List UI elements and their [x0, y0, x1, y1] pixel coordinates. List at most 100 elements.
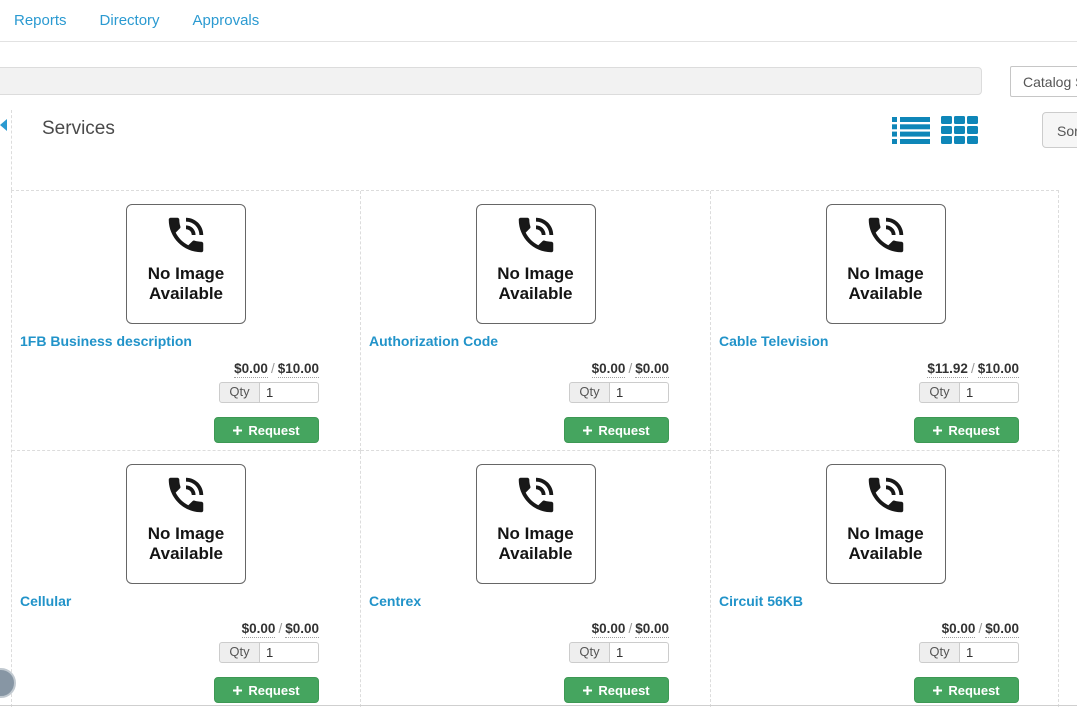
nav-item-reports[interactable]: Reports: [14, 12, 67, 29]
request-button[interactable]: Request: [214, 417, 319, 443]
price-separator: /: [625, 621, 635, 636]
plus-icon: [933, 426, 942, 435]
sort-button[interactable]: Sort: [1042, 112, 1077, 148]
request-button[interactable]: Request: [914, 677, 1019, 703]
price-recurring: $0.00: [285, 621, 319, 638]
price-onetime: $0.00: [234, 361, 268, 378]
qty-label: Qty: [919, 382, 960, 403]
request-label: Request: [948, 423, 999, 438]
plus-icon: [583, 686, 592, 695]
service-name-link[interactable]: 1FB Business description: [20, 333, 360, 350]
page-title: Services: [42, 118, 115, 140]
request-button[interactable]: Request: [564, 677, 669, 703]
request-button[interactable]: Request: [914, 417, 1019, 443]
card-controls: $0.00/$10.00 Qty Request: [12, 361, 319, 443]
qty-label: Qty: [219, 642, 260, 663]
price-separator: /: [268, 361, 278, 376]
chevron-left-icon[interactable]: [0, 119, 7, 131]
price-recurring: $0.00: [635, 361, 669, 378]
phone-in-talk-icon: [863, 212, 909, 258]
list-view-icon[interactable]: [892, 117, 930, 149]
price-separator: /: [975, 621, 985, 636]
service-name-link[interactable]: Cable Television: [719, 333, 1060, 350]
qty-input[interactable]: [610, 642, 669, 663]
qty-input[interactable]: [960, 642, 1019, 663]
catalog-search-button[interactable]: Catalog Search: [1010, 66, 1077, 97]
no-image-placeholder: No Image Available: [826, 464, 946, 584]
request-label: Request: [598, 683, 649, 698]
price-onetime: $0.00: [242, 621, 276, 638]
request-label: Request: [948, 683, 999, 698]
price-recurring: $0.00: [985, 621, 1019, 638]
price-onetime: $0.00: [942, 621, 976, 638]
phone-in-talk-icon: [513, 212, 559, 258]
plus-icon: [933, 686, 942, 695]
qty-label: Qty: [219, 382, 260, 403]
request-label: Request: [598, 423, 649, 438]
price-separator: /: [275, 621, 285, 636]
price-recurring: $0.00: [635, 621, 669, 638]
qty-input[interactable]: [610, 382, 669, 403]
quantity-group: Qty: [711, 382, 1019, 403]
no-image-text: No Image Available: [127, 264, 245, 303]
search-input[interactable]: [0, 67, 982, 95]
price-line: $0.00/$0.00: [711, 621, 1019, 636]
phone-in-talk-icon: [513, 472, 559, 518]
quantity-group: Qty: [12, 382, 319, 403]
no-image-placeholder: No Image Available: [476, 204, 596, 324]
price-line: $11.92/$10.00: [711, 361, 1019, 376]
no-image-text: No Image Available: [827, 524, 945, 563]
service-name-link[interactable]: Cellular: [20, 593, 360, 610]
request-label: Request: [248, 423, 299, 438]
qty-label: Qty: [919, 642, 960, 663]
services-grid: No Image Available 1FB Business descript…: [11, 190, 1059, 707]
price-line: $0.00/$10.00: [12, 361, 319, 376]
price-line: $0.00/$0.00: [12, 621, 319, 636]
no-image-placeholder: No Image Available: [126, 204, 246, 324]
card-controls: $0.00/$0.00 Qty Request: [361, 621, 669, 703]
service-card: No Image Available Circuit 56KB $0.00/$0…: [711, 451, 1060, 707]
phone-in-talk-icon: [163, 212, 209, 258]
service-name-link[interactable]: Centrex: [369, 593, 710, 610]
quantity-group: Qty: [711, 642, 1019, 663]
price-separator: /: [968, 361, 978, 376]
request-label: Request: [248, 683, 299, 698]
no-image-text: No Image Available: [827, 264, 945, 303]
card-controls: $0.00/$0.00 Qty Request: [12, 621, 319, 703]
service-card: No Image Available Cable Television $11.…: [711, 191, 1060, 451]
service-card: No Image Available 1FB Business descript…: [12, 191, 361, 451]
grid-view-icon[interactable]: [941, 116, 978, 149]
service-name-link[interactable]: Authorization Code: [369, 333, 710, 350]
service-card: No Image Available Authorization Code $0…: [361, 191, 711, 451]
no-image-text: No Image Available: [477, 264, 595, 303]
plus-icon: [233, 686, 242, 695]
qty-input[interactable]: [960, 382, 1019, 403]
quantity-group: Qty: [361, 382, 669, 403]
nav-item-approvals[interactable]: Approvals: [193, 12, 260, 29]
phone-in-talk-icon: [163, 472, 209, 518]
no-image-text: No Image Available: [477, 524, 595, 563]
plus-icon: [583, 426, 592, 435]
price-recurring: $10.00: [978, 361, 1019, 378]
service-name-link[interactable]: Circuit 56KB: [719, 593, 1060, 610]
request-button[interactable]: Request: [564, 417, 669, 443]
price-onetime: $11.92: [927, 361, 968, 378]
request-button[interactable]: Request: [214, 677, 319, 703]
no-image-placeholder: No Image Available: [126, 464, 246, 584]
card-controls: $11.92/$10.00 Qty Request: [711, 361, 1019, 443]
qty-input[interactable]: [260, 382, 319, 403]
no-image-placeholder: No Image Available: [476, 464, 596, 584]
service-card: No Image Available Centrex $0.00/$0.00 Q…: [361, 451, 711, 707]
panel-left-border: [11, 110, 12, 190]
plus-icon: [233, 426, 242, 435]
price-recurring: $10.00: [278, 361, 319, 378]
qty-input[interactable]: [260, 642, 319, 663]
card-controls: $0.00/$0.00 Qty Request: [361, 361, 669, 443]
top-navigation: Reports Directory Approvals: [0, 0, 1077, 42]
qty-label: Qty: [569, 382, 610, 403]
nav-item-directory[interactable]: Directory: [100, 12, 160, 29]
price-onetime: $0.00: [592, 621, 626, 638]
price-separator: /: [625, 361, 635, 376]
card-controls: $0.00/$0.00 Qty Request: [711, 621, 1019, 703]
no-image-text: No Image Available: [127, 524, 245, 563]
